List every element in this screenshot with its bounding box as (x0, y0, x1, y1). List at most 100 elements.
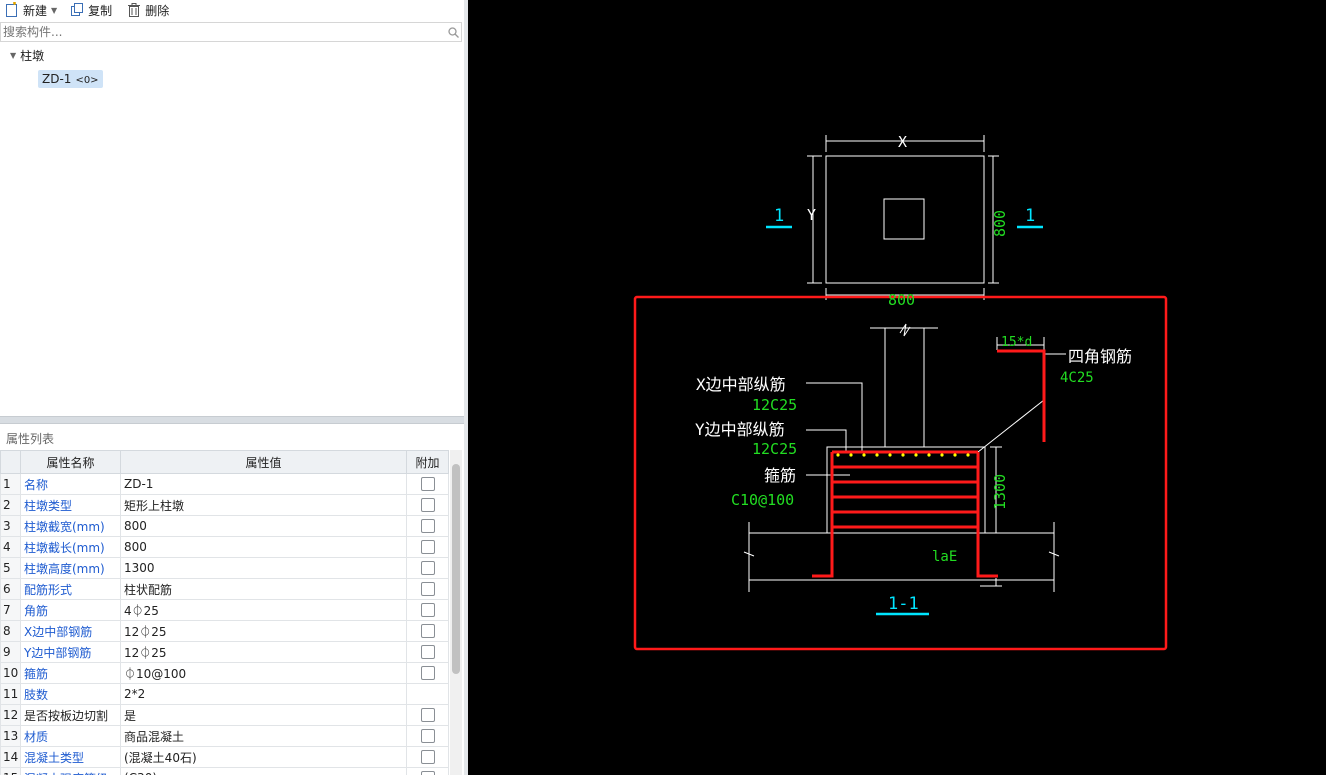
property-value[interactable]: 1300 (120, 557, 407, 579)
table-row[interactable]: 7 角筋 4⏀25 (0, 599, 449, 621)
tree-group[interactable]: ▼ 柱墩 (0, 44, 462, 66)
x-mid-rebar-spec: 12C25 (752, 396, 797, 414)
extra-cell (406, 578, 449, 600)
delete-button[interactable]: 删除 (122, 0, 173, 20)
scrollbar-thumb[interactable] (452, 464, 460, 674)
cad-canvas[interactable]: X Y 800 800 1 1 四角钢筋 4C25 15*d X边中部纵筋 12… (468, 0, 1326, 775)
chevron-down-icon[interactable]: ▼ (10, 51, 16, 60)
extra-cell (406, 599, 449, 621)
property-value[interactable]: 4⏀25 (120, 599, 407, 621)
table-row[interactable]: 14 混凝土类型 (混凝土40石) (0, 746, 449, 768)
tree-item-selected[interactable]: ZD-1 <0> (38, 70, 103, 88)
search-box (0, 22, 462, 42)
extra-checkbox[interactable] (420, 498, 435, 513)
row-index: 13 (0, 725, 21, 747)
leader-corner-diagonal (977, 399, 1045, 453)
copy-label: 复制 (88, 3, 113, 18)
table-row[interactable]: 12 是否按板边切割是 (0, 704, 449, 726)
section-mark-left: 1 (774, 206, 784, 226)
extra-cell (406, 704, 449, 726)
table-row[interactable]: 13 材质 商品混凝土 (0, 725, 449, 747)
extra-cell (406, 536, 449, 558)
property-name: 角筋 (20, 599, 121, 621)
property-value[interactable]: 2*2 (120, 683, 407, 705)
property-value[interactable]: ZD-1 (120, 473, 407, 495)
table-row[interactable]: 1 名称 ZD-1 (0, 473, 449, 495)
extra-checkbox[interactable] (420, 645, 435, 660)
row-index: 10 (0, 662, 21, 684)
extra-checkbox[interactable] (420, 561, 435, 576)
dim-15d-label: 15*d (1001, 335, 1032, 350)
corner-rebar (997, 349, 1046, 442)
extra-checkbox[interactable] (420, 519, 435, 534)
plan-dim-bottom: 800 (888, 291, 915, 309)
corner-rebar-label: 四角钢筋 (1068, 347, 1132, 366)
row-index: 8 (0, 620, 21, 642)
property-value[interactable]: 800 (120, 536, 407, 558)
stirrup-label: 箍筋 (764, 466, 796, 485)
table-row[interactable]: 11 肢数 2*2 (0, 683, 449, 705)
property-value[interactable]: 商品混凝土 (120, 725, 407, 747)
new-dropdown-icon[interactable]: ▼ (51, 6, 57, 15)
extra-checkbox[interactable] (420, 729, 435, 744)
plan-outline (825, 155, 985, 284)
plan-dim-right: 800 (991, 210, 1009, 237)
extra-checkbox[interactable] (420, 624, 435, 639)
panel-divider[interactable] (0, 416, 464, 424)
property-name: 名称 (20, 473, 121, 495)
extra-checkbox[interactable] (420, 540, 435, 555)
extra-cell (406, 641, 449, 663)
extra-cell (406, 620, 449, 642)
property-value[interactable]: 800 (120, 515, 407, 537)
table-row[interactable]: 6 配筋形式 柱状配筋 (0, 578, 449, 600)
property-value[interactable]: ⏀10@100 (120, 662, 407, 684)
properties-table: 属性名称 属性值 附加 1 名称 ZD-1 2 柱墩类型 矩形上柱墩 3 柱墩截宽(mm) 80… (0, 450, 449, 775)
extra-checkbox[interactable] (420, 582, 435, 597)
property-name: X边中部钢筋 (20, 620, 121, 642)
table-row[interactable]: 15混凝土强度等级(C30) (0, 767, 449, 775)
property-value[interactable]: 矩形上柱墩 (120, 494, 407, 516)
copy-button[interactable]: 复制 (65, 0, 116, 20)
delete-label: 删除 (145, 3, 170, 18)
property-value[interactable]: 12⏀25 (120, 620, 407, 642)
extra-checkbox[interactable] (420, 708, 435, 723)
property-name: 柱墩截长(mm) (20, 536, 121, 558)
table-row[interactable]: 5 柱墩高度(mm) 1300 (0, 557, 449, 579)
tree-item[interactable]: ZD-1 <0> (0, 66, 462, 92)
row-index: 15 (0, 767, 21, 775)
table-row[interactable]: 2 柱墩类型 矩形上柱墩 (0, 494, 449, 516)
toolbar: 新建 ▼ 复制 删除 (0, 0, 464, 20)
extra-cell (406, 515, 449, 537)
table-row[interactable]: 9 Y边中部钢筋 12⏀25 (0, 641, 449, 663)
extra-checkbox[interactable] (420, 603, 435, 618)
extra-checkbox[interactable] (420, 750, 435, 765)
extra-checkbox[interactable] (420, 666, 435, 681)
property-name: 柱墩高度(mm) (20, 557, 121, 579)
property-name: 柱墩截宽(mm) (20, 515, 121, 537)
row-index: 5 (0, 557, 21, 579)
table-row[interactable]: 8 X边中部钢筋 12⏀25 (0, 620, 449, 642)
row-index: 12 (0, 704, 21, 726)
properties-title: 属性列表 (6, 432, 55, 446)
plan-y-label: Y (807, 206, 816, 224)
property-value[interactable]: 12⏀25 (120, 641, 407, 663)
table-row[interactable]: 10 箍筋 ⏀10@100 (0, 662, 449, 684)
new-button[interactable]: 新建 (0, 0, 51, 20)
row-index: 9 (0, 641, 21, 663)
property-value[interactable]: (C30) (120, 767, 407, 775)
table-row[interactable]: 4 柱墩截长(mm) 800 (0, 536, 449, 558)
property-name: 是否按板边切割 (20, 704, 121, 726)
table-row[interactable]: 3 柱墩截宽(mm) 800 (0, 515, 449, 537)
property-value[interactable]: (混凝土40石) (120, 746, 407, 768)
extra-checkbox[interactable] (420, 771, 435, 775)
property-value[interactable]: 柱状配筋 (120, 578, 407, 600)
extra-cell (406, 494, 449, 516)
row-index: 3 (0, 515, 21, 537)
search-input[interactable] (1, 24, 445, 40)
leader-y-mid (806, 429, 847, 452)
extra-checkbox[interactable] (420, 477, 435, 492)
search-icon[interactable] (445, 26, 461, 38)
extra-cell (406, 662, 449, 684)
property-value[interactable]: 是 (120, 704, 407, 726)
vertical-scrollbar[interactable] (450, 450, 462, 775)
